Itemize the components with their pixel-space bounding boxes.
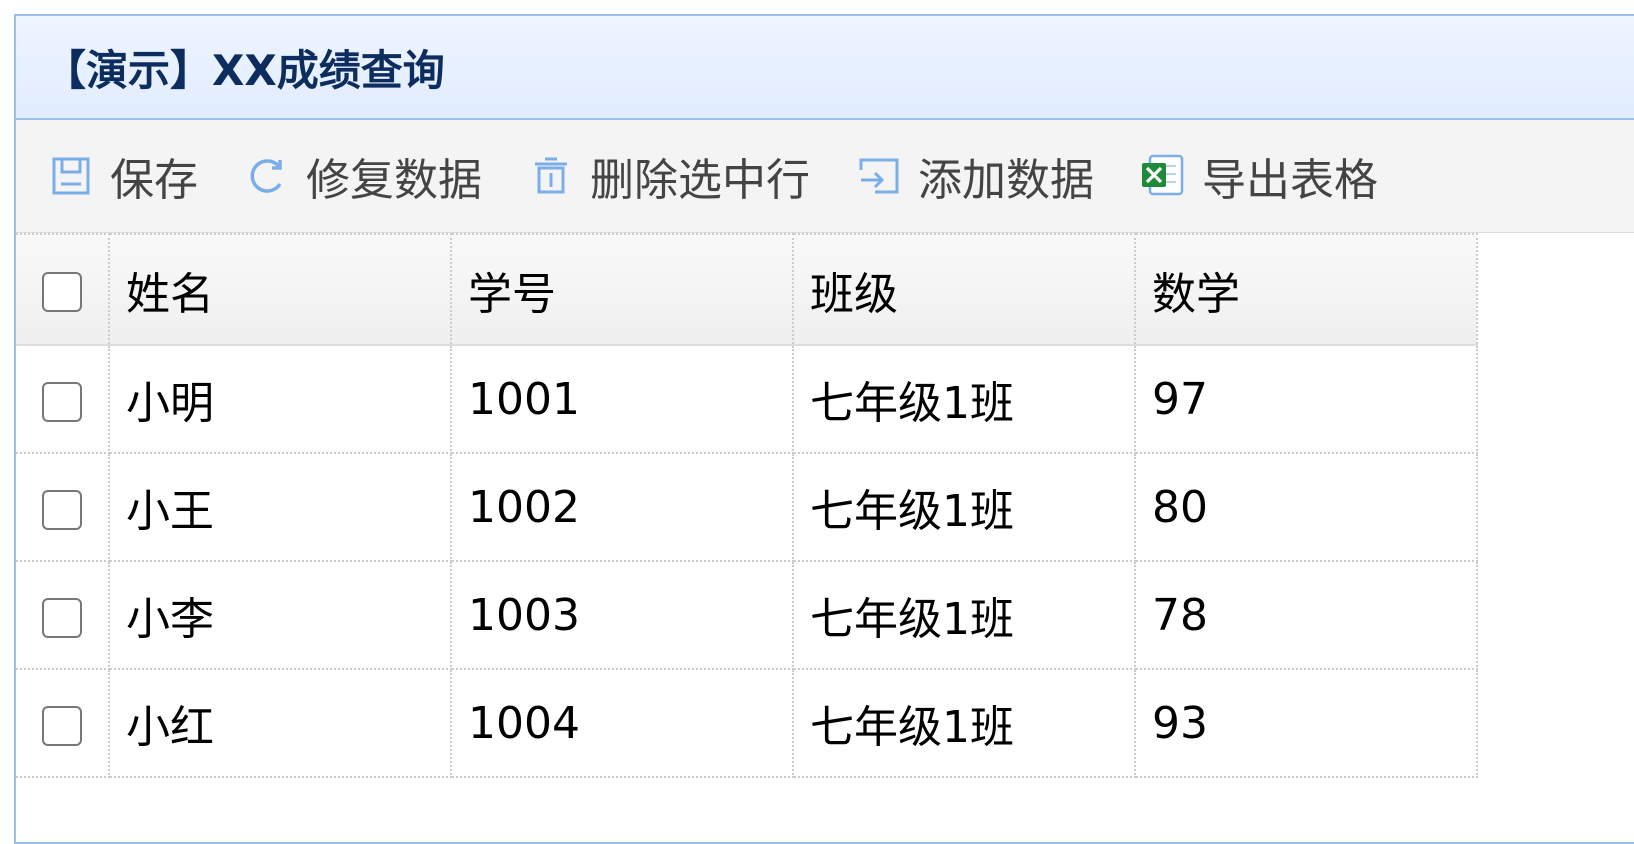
add-data-icon: [854, 151, 904, 201]
row-select-cell: [16, 344, 110, 454]
table-row[interactable]: 小红 1004 七年级1班 93: [16, 668, 1478, 778]
row-checkbox[interactable]: [42, 381, 82, 422]
export-table-button[interactable]: 导出表格: [1138, 144, 1378, 208]
cell-class[interactable]: 七年级1班: [792, 668, 1136, 778]
grid-panel: 【演示】XX成绩查询 保存 修复数据 删除选中行 添加数据 导出表格 姓名 学号…: [14, 14, 1634, 844]
table-row[interactable]: 小王 1002 七年级1班 80: [16, 452, 1478, 562]
table-row[interactable]: 小李 1003 七年级1班 78: [16, 560, 1478, 670]
repair-data-button-label: 修复数据: [306, 155, 482, 206]
select-all-checkbox[interactable]: [42, 272, 82, 312]
row-checkbox[interactable]: [42, 705, 82, 746]
add-data-button[interactable]: 添加数据: [854, 144, 1094, 208]
cell-student-id[interactable]: 1002: [450, 452, 794, 562]
add-data-button-label: 添加数据: [918, 155, 1094, 206]
panel-header: 【演示】XX成绩查询: [16, 16, 1634, 120]
cell-student-id[interactable]: 1003: [450, 560, 794, 670]
excel-icon: [1138, 151, 1188, 201]
cell-math[interactable]: 78: [1134, 560, 1478, 670]
delete-selected-button-label: 删除选中行: [590, 155, 810, 206]
row-checkbox[interactable]: [42, 597, 82, 638]
cell-class[interactable]: 七年级1班: [792, 452, 1136, 562]
column-header-math[interactable]: 数学: [1134, 233, 1478, 346]
cell-student-id[interactable]: 1001: [450, 344, 794, 454]
reload-icon: [242, 151, 292, 201]
row-select-cell: [16, 668, 110, 778]
cell-class[interactable]: 七年级1班: [792, 344, 1136, 454]
panel-title: 【演示】XX成绩查询: [44, 45, 445, 95]
table-row[interactable]: 小明 1001 七年级1班 97: [16, 344, 1478, 454]
save-button-label: 保存: [110, 155, 198, 206]
score-table: 姓名 学号 班级 数学 小明 1001 七年级1班 97 小王 1002 七年级…: [16, 233, 1478, 778]
cell-name[interactable]: 小王: [108, 452, 452, 562]
repair-data-button[interactable]: 修复数据: [242, 144, 482, 208]
cell-student-id[interactable]: 1004: [450, 668, 794, 778]
cell-name[interactable]: 小红: [108, 668, 452, 778]
cell-math[interactable]: 80: [1134, 452, 1478, 562]
delete-selected-button[interactable]: 删除选中行: [526, 144, 810, 208]
cell-class[interactable]: 七年级1班: [792, 560, 1136, 670]
row-checkbox[interactable]: [42, 489, 82, 530]
table-header-row: 姓名 学号 班级 数学: [16, 233, 1478, 346]
cell-name[interactable]: 小明: [108, 344, 452, 454]
cell-math[interactable]: 93: [1134, 668, 1478, 778]
column-header-student-id[interactable]: 学号: [450, 233, 794, 346]
column-header-class[interactable]: 班级: [792, 233, 1136, 346]
save-button[interactable]: 保存: [46, 144, 198, 208]
save-icon: [46, 151, 96, 201]
row-select-cell: [16, 560, 110, 670]
export-table-button-label: 导出表格: [1202, 155, 1378, 206]
row-select-cell: [16, 452, 110, 562]
cell-math[interactable]: 97: [1134, 344, 1478, 454]
cell-name[interactable]: 小李: [108, 560, 452, 670]
toolbar: 保存 修复数据 删除选中行 添加数据 导出表格: [16, 120, 1634, 233]
column-header-name[interactable]: 姓名: [108, 233, 452, 346]
trash-icon: [526, 151, 576, 201]
select-all-cell: [16, 233, 110, 346]
